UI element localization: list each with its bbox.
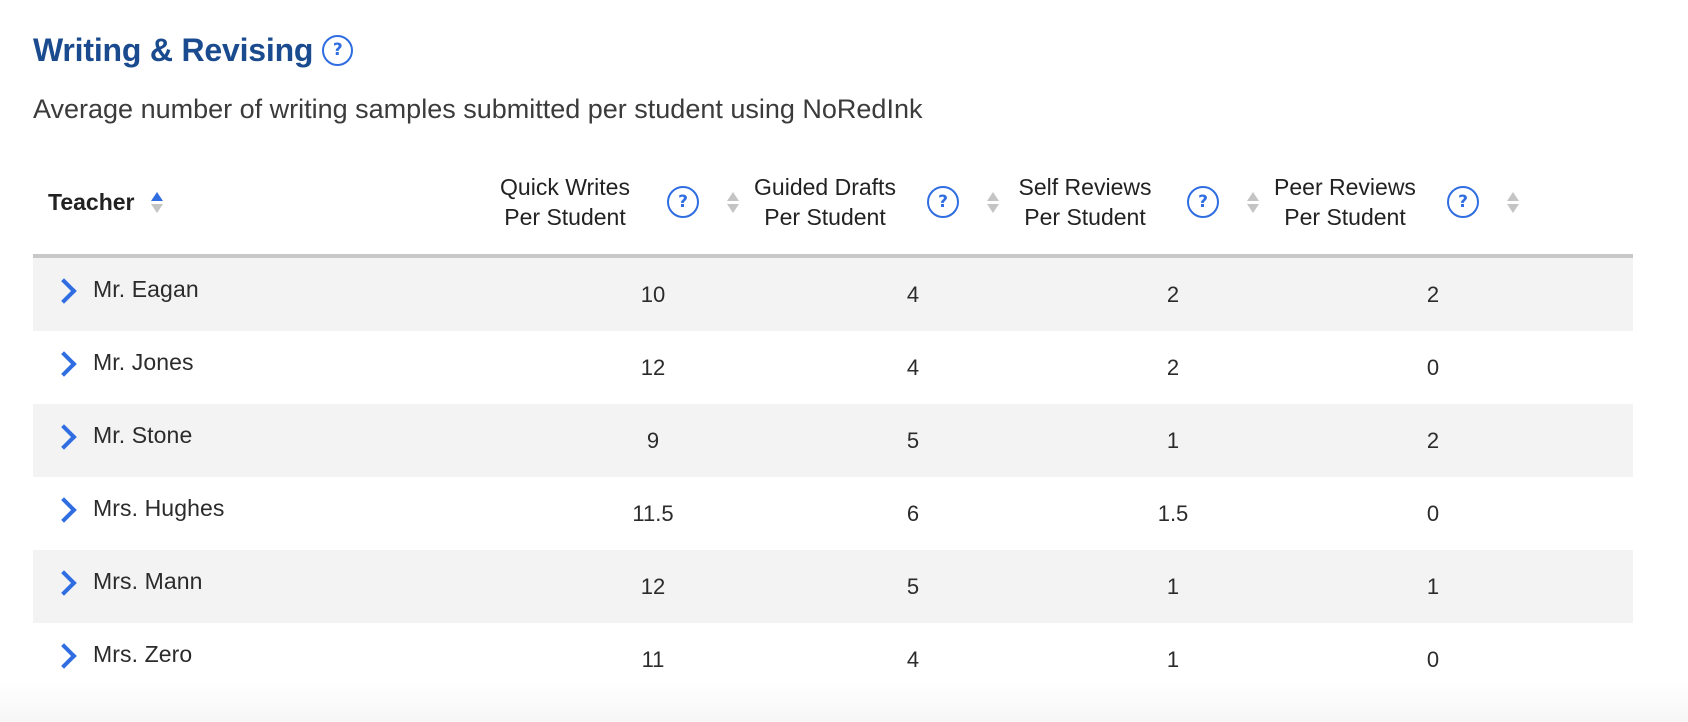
guided-drafts-value: 5 [906,573,920,599]
self-reviews-value: 1 [1166,646,1180,672]
guided-drafts-help-icon[interactable]: ? [927,186,959,218]
teacher-name: Mrs. Zero [93,641,193,667]
teacher-cell[interactable]: Mrs. Mann [51,550,203,623]
table-row[interactable]: Mr. Jones 12 4 2 0 [33,331,1633,404]
teacher-cell[interactable]: Mrs. Hughes [51,477,225,550]
page-title: Writing & Revising [33,31,314,68]
table-body: Mr. Eagan 10 4 2 2 Mr. Jones 12 4 2 0 Mr… [33,258,1633,696]
teacher-cell[interactable]: Mr. Jones [51,331,194,404]
guided-drafts-header-line1: Guided Drafts [754,174,896,200]
quick-writes-value: 11.5 [632,500,674,526]
teacher-name: Mrs. Hughes [93,495,225,521]
table-row[interactable]: Mrs. Hughes 11.5 6 1.5 0 [33,477,1633,550]
peer-reviews-value: 2 [1426,281,1440,307]
teacher-name: Mr. Stone [93,422,193,448]
quick-writes-value: 12 [640,573,666,599]
table-row[interactable]: Mrs. Mann 12 5 1 1 [33,550,1633,623]
quick-writes-header-line2: Per Student [504,204,626,230]
peer-reviews-header-line2: Per Student [1284,204,1406,230]
peer-reviews-header-label: Peer Reviews Per Student [1255,172,1435,232]
chevron-right-icon[interactable] [51,350,77,377]
self-reviews-value: 2 [1166,281,1180,307]
peer-reviews-value: 0 [1426,500,1440,526]
quick-writes-value: 11 [641,646,665,672]
guided-drafts-value: 4 [906,281,920,307]
self-reviews-help-icon[interactable]: ? [1187,186,1219,218]
guided-drafts-column-header[interactable]: Guided Drafts Per Student ? [735,150,999,254]
self-reviews-value: 1 [1166,573,1180,599]
section-header: Writing & Revising ? [33,30,354,70]
guided-drafts-header-label: Guided Drafts Per Student [735,172,915,232]
quick-writes-value: 9 [646,427,660,453]
table-header: Teacher Quick Writes Per Student ? Guide… [33,150,1633,258]
teacher-cell[interactable]: Mrs. Zero [51,623,193,696]
sort-down-arrow [1507,203,1519,213]
quick-writes-help-icon[interactable]: ? [667,186,699,218]
sort-up-arrow [150,191,163,201]
title-help-icon[interactable]: ? [322,34,354,66]
teacher-column-header[interactable]: Teacher [48,150,163,254]
self-reviews-value: 1.5 [1157,500,1189,526]
teacher-header-label: Teacher [48,188,135,215]
table-row[interactable]: Mr. Eagan 10 4 2 2 [33,258,1633,331]
teacher-sort-icon[interactable] [150,191,163,213]
peer-reviews-help-icon[interactable]: ? [1447,186,1479,218]
writing-table: Teacher Quick Writes Per Student ? Guide… [33,150,1633,696]
chevron-right-icon[interactable] [51,423,77,450]
sort-up-arrow [1507,191,1519,201]
peer-reviews-value: 0 [1426,354,1440,380]
table-row[interactable]: Mrs. Zero 11 4 1 0 [33,623,1633,696]
sort-down-arrow [150,203,163,213]
self-reviews-header-label: Self Reviews Per Student [995,172,1175,232]
teacher-name: Mr. Jones [93,349,194,375]
self-reviews-header-line2: Per Student [1024,204,1146,230]
page-subtitle: Average number of writing samples submit… [33,94,923,124]
table-row[interactable]: Mr. Stone 9 5 1 2 [33,404,1633,477]
guided-drafts-value: 6 [906,500,920,526]
self-reviews-value: 2 [1166,354,1180,380]
self-reviews-value: 1 [1166,427,1180,453]
chevron-right-icon[interactable] [51,569,77,596]
quick-writes-column-header[interactable]: Quick Writes Per Student ? [475,150,739,254]
guided-drafts-value: 5 [906,427,920,453]
guided-drafts-value: 4 [906,354,920,380]
teacher-cell[interactable]: Mr. Eagan [51,258,199,331]
teacher-name: Mr. Eagan [93,276,199,302]
teacher-cell[interactable]: Mr. Stone [51,404,193,477]
peer-reviews-value: 1 [1426,573,1440,599]
teacher-name: Mrs. Mann [93,568,203,594]
chevron-right-icon[interactable] [51,496,77,523]
peer-reviews-header-line1: Peer Reviews [1274,174,1416,200]
chevron-right-icon[interactable] [51,642,77,669]
self-reviews-header-line1: Self Reviews [1018,174,1152,200]
guided-drafts-value: 4 [906,646,920,672]
quick-writes-header-line1: Quick Writes [500,174,630,200]
chevron-right-icon[interactable] [51,277,77,304]
quick-writes-value: 12 [640,354,666,380]
peer-reviews-column-header[interactable]: Peer Reviews Per Student ? [1255,150,1519,254]
self-reviews-column-header[interactable]: Self Reviews Per Student ? [995,150,1259,254]
peer-reviews-value: 0 [1426,646,1440,672]
quick-writes-value: 10 [640,281,666,307]
peer-reviews-value: 2 [1426,427,1440,453]
quick-writes-header-label: Quick Writes Per Student [475,172,655,232]
peer-reviews-sort-icon[interactable] [1507,191,1519,213]
guided-drafts-header-line2: Per Student [764,204,886,230]
